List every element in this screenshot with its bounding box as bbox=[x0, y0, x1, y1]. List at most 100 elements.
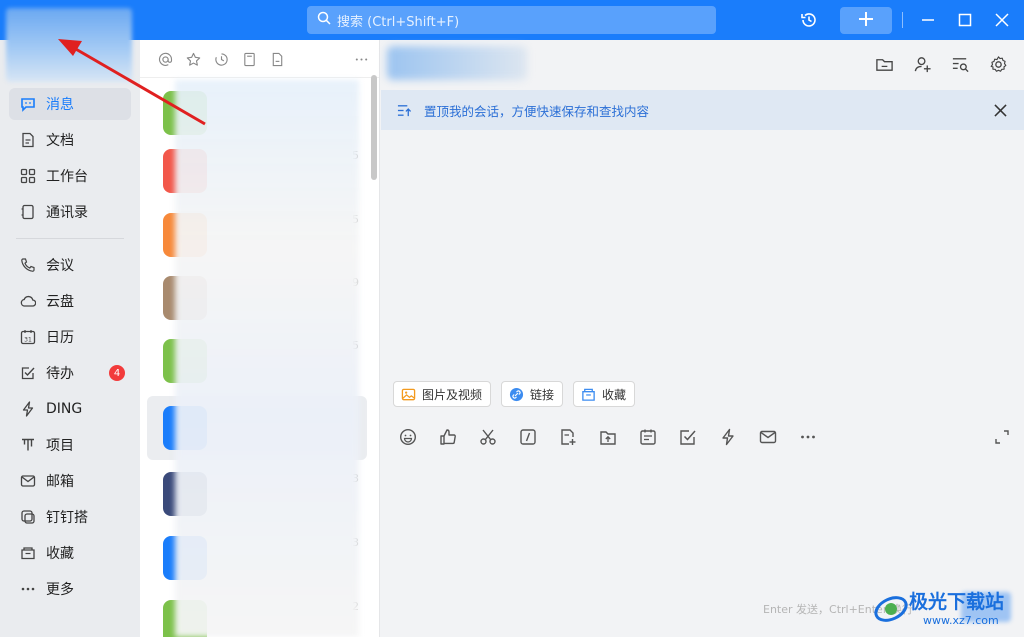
sidebar-item-label: 消息 bbox=[46, 97, 74, 113]
sidebar-item-todo[interactable]: 待办 4 bbox=[9, 357, 131, 389]
bookmark-icon[interactable] bbox=[241, 51, 257, 67]
more-icon[interactable] bbox=[353, 51, 369, 67]
sidebar-item-label: 项目 bbox=[46, 438, 74, 454]
add-document-icon[interactable] bbox=[558, 427, 578, 447]
sidebar-item-label: 邮箱 bbox=[46, 474, 74, 490]
watermark-url: www.xz7.com bbox=[923, 614, 999, 627]
history-icon[interactable] bbox=[799, 10, 819, 30]
images-videos-button[interactable]: 图片及视频 bbox=[393, 381, 492, 407]
more-icon[interactable] bbox=[798, 427, 818, 447]
conversation-list: 5 5 9 5 3 3 2 bbox=[140, 40, 380, 637]
builder-icon bbox=[20, 509, 36, 525]
close-icon[interactable] bbox=[992, 102, 1008, 118]
sidebar-item-project[interactable]: 项目 bbox=[9, 429, 131, 461]
sidebar-item-ding[interactable]: DING bbox=[9, 393, 131, 425]
sidebar-item-label: 收藏 bbox=[46, 546, 74, 562]
document-icon bbox=[20, 132, 36, 148]
sidebar-item-more[interactable]: 更多 bbox=[9, 573, 131, 605]
sidebar-item-label: DING bbox=[46, 401, 83, 417]
emoji-icon[interactable] bbox=[398, 427, 418, 447]
sidebar-item-label: 日历 bbox=[46, 330, 74, 346]
watermark-logo: 极光下载站 www.xz7.com bbox=[873, 585, 1018, 630]
at-icon[interactable] bbox=[157, 51, 173, 67]
pin-banner: 置顶我的会话，方便快速保存和查找内容 bbox=[381, 90, 1024, 130]
pin-banner-text: 置顶我的会话，方便快速保存和查找内容 bbox=[424, 103, 650, 119]
sidebar-item-cloud[interactable]: 云盘 bbox=[9, 285, 131, 317]
blurred-region bbox=[175, 80, 359, 637]
sidebar-item-meeting[interactable]: 会议 bbox=[9, 249, 131, 281]
task-icon[interactable] bbox=[678, 427, 698, 447]
sidebar-item-mail[interactable]: 邮箱 bbox=[9, 465, 131, 497]
sidebar-item-label: 更多 bbox=[46, 582, 74, 598]
clock-icon[interactable] bbox=[213, 51, 229, 67]
sidebar-item-label: 通讯录 bbox=[46, 205, 88, 221]
conversation-filter-bar bbox=[140, 40, 379, 78]
favorite-icon bbox=[20, 545, 36, 561]
thumbs-up-icon[interactable] bbox=[438, 427, 458, 447]
search-history-icon[interactable] bbox=[950, 54, 970, 74]
contacts-icon bbox=[20, 204, 36, 220]
conversation-scrollbar[interactable] bbox=[371, 75, 377, 180]
sidebar-item-workbench[interactable]: 工作台 bbox=[9, 160, 131, 192]
sidebar-item-calendar[interactable]: 31 日历 bbox=[9, 321, 131, 353]
sidebar-item-messages[interactable]: 消息 bbox=[9, 88, 131, 120]
close-icon[interactable] bbox=[992, 10, 1012, 30]
titlebar-divider bbox=[902, 12, 903, 28]
chip-label: 链接 bbox=[530, 387, 555, 402]
add-member-icon[interactable] bbox=[912, 54, 932, 74]
mail-icon[interactable] bbox=[758, 427, 778, 447]
sidebar-divider bbox=[16, 238, 124, 239]
image-icon bbox=[401, 387, 416, 402]
lightning-icon[interactable] bbox=[718, 427, 738, 447]
pin-top-icon bbox=[397, 103, 412, 118]
sidebar-item-label: 文档 bbox=[46, 133, 74, 149]
sidebar-item-documents[interactable]: 文档 bbox=[9, 124, 131, 156]
links-button[interactable]: 链接 bbox=[501, 381, 564, 407]
chat-title bbox=[387, 46, 527, 80]
minimize-icon[interactable] bbox=[918, 10, 938, 30]
search-input[interactable]: 搜索 (Ctrl+Shift+F) bbox=[307, 6, 716, 34]
upload-file-icon[interactable] bbox=[598, 427, 618, 447]
svg-text:31: 31 bbox=[24, 337, 32, 344]
sidebar-item-favorites[interactable]: 收藏 bbox=[9, 537, 131, 569]
sidebar-item-label: 待办 bbox=[46, 366, 74, 382]
link-icon bbox=[509, 387, 524, 402]
more-icon bbox=[20, 581, 36, 597]
plus-icon bbox=[858, 11, 874, 31]
chip-label: 收藏 bbox=[602, 387, 627, 402]
create-button[interactable] bbox=[840, 7, 892, 34]
sidebar-item-label: 钉钉搭 bbox=[46, 510, 88, 526]
scissors-icon[interactable] bbox=[478, 427, 498, 447]
sidebar: 消息 文档 工作台 通讯录 会议 云盘 31 日历 待办 4 DING 项目 邮… bbox=[0, 8, 140, 637]
message-icon bbox=[20, 96, 36, 112]
sidebar-item-label: 工作台 bbox=[46, 169, 88, 185]
sidebar-item-label: 云盘 bbox=[46, 294, 74, 310]
lightning-icon bbox=[20, 401, 36, 417]
todo-count-badge: 4 bbox=[109, 365, 125, 381]
schedule-icon[interactable] bbox=[638, 427, 658, 447]
sidebar-item-contacts[interactable]: 通讯录 bbox=[9, 196, 131, 228]
expand-icon[interactable] bbox=[992, 427, 1012, 447]
settings-icon[interactable] bbox=[988, 54, 1008, 74]
favorite-icon bbox=[581, 387, 596, 402]
mail-icon bbox=[20, 473, 36, 489]
favorites-button[interactable]: 收藏 bbox=[573, 381, 636, 407]
sidebar-item-dingda[interactable]: 钉钉搭 bbox=[9, 501, 131, 533]
phone-icon bbox=[20, 257, 36, 273]
search-icon bbox=[317, 11, 337, 29]
file-icon[interactable] bbox=[269, 51, 285, 67]
command-icon[interactable] bbox=[518, 427, 538, 447]
todo-icon bbox=[20, 365, 36, 381]
sidebar-item-label: 会议 bbox=[46, 258, 74, 274]
chat-header bbox=[381, 40, 1024, 88]
title-bar: 搜索 (Ctrl+Shift+F) bbox=[0, 0, 1024, 40]
grid-icon bbox=[20, 168, 36, 184]
star-icon[interactable] bbox=[185, 51, 201, 67]
cloud-icon bbox=[20, 293, 36, 309]
maximize-icon[interactable] bbox=[955, 10, 975, 30]
chat-panel: 置顶我的会话，方便快速保存和查找内容 图片及视频 链接 收藏 Enter 发送，… bbox=[381, 40, 1024, 637]
avatar[interactable] bbox=[6, 8, 132, 82]
watermark-icon bbox=[874, 596, 908, 622]
calendar-icon: 31 bbox=[20, 329, 36, 345]
folder-icon[interactable] bbox=[874, 54, 894, 74]
